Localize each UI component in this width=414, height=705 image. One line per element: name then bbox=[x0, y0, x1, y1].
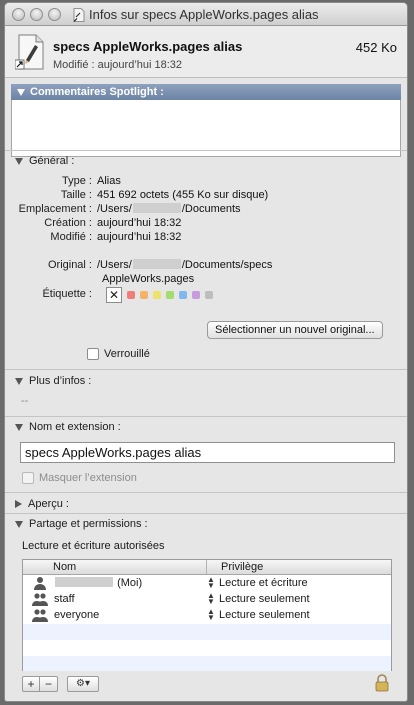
info-value: aujourd’hui 18:32 bbox=[97, 217, 182, 229]
info-row-modified: Modifié : aujourd’hui 18:32 bbox=[5, 231, 181, 243]
spotlight-comments-field[interactable] bbox=[11, 100, 401, 157]
info-key: Modifié : bbox=[50, 231, 92, 243]
info-value: aujourd’hui 18:32 bbox=[97, 231, 182, 243]
section-more-info-label: Plus d’infos : bbox=[29, 375, 92, 387]
label-none-button[interactable]: ✕ bbox=[106, 287, 122, 303]
table-row[interactable]: everyone ▲ ▼ Lecture seulement bbox=[23, 607, 391, 623]
redacted-username bbox=[55, 577, 113, 587]
close-button[interactable] bbox=[12, 8, 25, 21]
section-preview-label: Aperçu : bbox=[28, 498, 69, 510]
updown-arrows-icon[interactable]: ▲ ▼ bbox=[207, 576, 217, 590]
sharing-status: Lecture et écriture autorisées bbox=[22, 540, 165, 552]
disclosure-triangle-icon bbox=[17, 88, 25, 96]
spotlight-comments-header[interactable]: Commentaires Spotlight : bbox=[11, 84, 401, 100]
group-icon bbox=[32, 609, 48, 622]
info-row-label: Étiquette : bbox=[5, 288, 97, 300]
file-header: specs AppleWorks.pages alias 452 Ko Modi… bbox=[5, 26, 407, 78]
locked-label: Verrouillé bbox=[104, 348, 150, 360]
info-key: Emplacement : bbox=[18, 203, 92, 215]
locked-checkbox[interactable] bbox=[87, 348, 99, 360]
lock-icon[interactable] bbox=[375, 674, 389, 692]
redacted-username bbox=[132, 259, 181, 269]
action-menu-button[interactable]: ⚙▾ bbox=[67, 676, 99, 692]
info-value: /Users//Documents bbox=[97, 203, 241, 215]
document-alias-icon bbox=[73, 7, 85, 22]
disclosure-triangle-icon bbox=[15, 157, 23, 165]
disclosure-triangle-icon bbox=[15, 520, 23, 528]
info-key: Original : bbox=[47, 259, 92, 271]
section-name-ext-label: Nom et extension : bbox=[29, 421, 121, 433]
section-general-header[interactable]: Général : bbox=[15, 155, 74, 167]
user-icon bbox=[34, 577, 46, 590]
updown-arrows-icon[interactable]: ▲ ▼ bbox=[207, 608, 217, 622]
section-name-ext-header[interactable]: Nom et extension : bbox=[15, 421, 121, 433]
permissions-toolbar: + − ⚙▾ bbox=[22, 676, 99, 692]
label-red-chip[interactable] bbox=[127, 291, 135, 299]
info-window: Infos sur specs AppleWorks.pages alias s… bbox=[4, 2, 408, 702]
label-gray-chip[interactable] bbox=[205, 291, 213, 299]
permissions-table: Nom Privilège (Moi) ▲ ▼ Lecture et écritu… bbox=[22, 559, 392, 671]
label-blue-chip[interactable] bbox=[179, 291, 187, 299]
table-row[interactable]: staff ▲ ▼ Lecture seulement bbox=[23, 591, 391, 607]
label-green-chip[interactable] bbox=[166, 291, 174, 299]
permission-privilege[interactable]: Lecture et écriture bbox=[219, 577, 308, 589]
info-row-original-cont: AppleWorks.pages bbox=[102, 273, 194, 285]
window-title: Infos sur specs AppleWorks.pages alias bbox=[89, 7, 319, 22]
label-picker: ✕ bbox=[106, 287, 213, 303]
info-row-created: Création : aujourd’hui 18:32 bbox=[5, 217, 181, 229]
hide-extension-row: Masquer l’extension bbox=[22, 472, 137, 484]
hide-extension-checkbox[interactable] bbox=[22, 472, 34, 484]
disclosure-triangle-icon bbox=[15, 423, 23, 431]
table-row[interactable]: (Moi) ▲ ▼ Lecture et écriture bbox=[23, 575, 391, 591]
section-sharing-header[interactable]: Partage et permissions : bbox=[15, 518, 148, 530]
section-more-info-header[interactable]: Plus d’infos : bbox=[15, 375, 91, 387]
permission-privilege[interactable]: Lecture seulement bbox=[219, 609, 310, 621]
info-value: /Users//Documents/specs bbox=[97, 259, 273, 271]
permission-user-name: staff bbox=[54, 593, 75, 605]
info-row-original: Original : /Users//Documents/specs bbox=[5, 259, 272, 271]
updown-arrows-icon[interactable]: ▲ ▼ bbox=[207, 592, 217, 606]
zoom-button[interactable] bbox=[48, 8, 61, 21]
file-modified-date: Modifié : aujourd’hui 18:32 bbox=[53, 59, 183, 71]
title-bar: Infos sur specs AppleWorks.pages alias bbox=[5, 3, 407, 26]
add-user-button[interactable]: + bbox=[22, 676, 40, 692]
info-key: Taille : bbox=[60, 189, 92, 201]
info-row-size: Taille : 451 692 octets (455 Ko sur disq… bbox=[5, 189, 268, 201]
disclosure-triangle-icon bbox=[15, 500, 22, 508]
section-preview-header[interactable]: Aperçu : bbox=[15, 498, 69, 510]
locked-checkbox-row: Verrouillé bbox=[87, 348, 150, 360]
remove-user-button[interactable]: − bbox=[40, 676, 58, 692]
select-new-original-button[interactable]: Sélectionner un nouvel original... bbox=[207, 321, 383, 339]
info-row-type: Type : Alias bbox=[5, 175, 121, 187]
section-sharing-label: Partage et permissions : bbox=[29, 518, 148, 530]
file-size: 452 Ko bbox=[355, 40, 397, 55]
hide-extension-label: Masquer l’extension bbox=[39, 472, 137, 484]
minimize-button[interactable] bbox=[30, 8, 43, 21]
section-general-label: Général : bbox=[29, 155, 75, 167]
info-value: 451 692 octets (455 Ko sur disque) bbox=[97, 189, 269, 201]
redacted-username bbox=[132, 203, 181, 213]
column-header-name[interactable]: Nom bbox=[23, 560, 207, 574]
permission-user-name: (Moi) bbox=[54, 577, 207, 589]
group-icon bbox=[32, 593, 48, 606]
pages-file-icon bbox=[15, 34, 44, 70]
info-value: AppleWorks.pages bbox=[102, 273, 195, 285]
more-info-value: -- bbox=[21, 395, 29, 407]
disclosure-triangle-icon bbox=[15, 377, 23, 385]
info-value: Alias bbox=[97, 175, 121, 187]
permission-user-name: everyone bbox=[54, 609, 100, 621]
info-key: Création : bbox=[44, 217, 92, 229]
info-key: Étiquette : bbox=[42, 288, 92, 300]
column-header-privilege[interactable]: Privilège bbox=[207, 560, 263, 574]
file-name: specs AppleWorks.pages alias bbox=[53, 39, 243, 54]
permissions-table-header: Nom Privilège bbox=[23, 560, 391, 575]
info-key: Type : bbox=[62, 175, 92, 187]
label-yellow-chip[interactable] bbox=[153, 291, 161, 299]
label-orange-chip[interactable] bbox=[140, 291, 148, 299]
file-name-field[interactable]: specs AppleWorks.pages alias bbox=[20, 442, 395, 463]
permission-privilege[interactable]: Lecture seulement bbox=[219, 593, 310, 605]
spotlight-comments-label: Commentaires Spotlight : bbox=[30, 86, 164, 98]
label-purple-chip[interactable] bbox=[192, 291, 200, 299]
info-row-location: Emplacement : /Users//Documents bbox=[5, 203, 241, 215]
